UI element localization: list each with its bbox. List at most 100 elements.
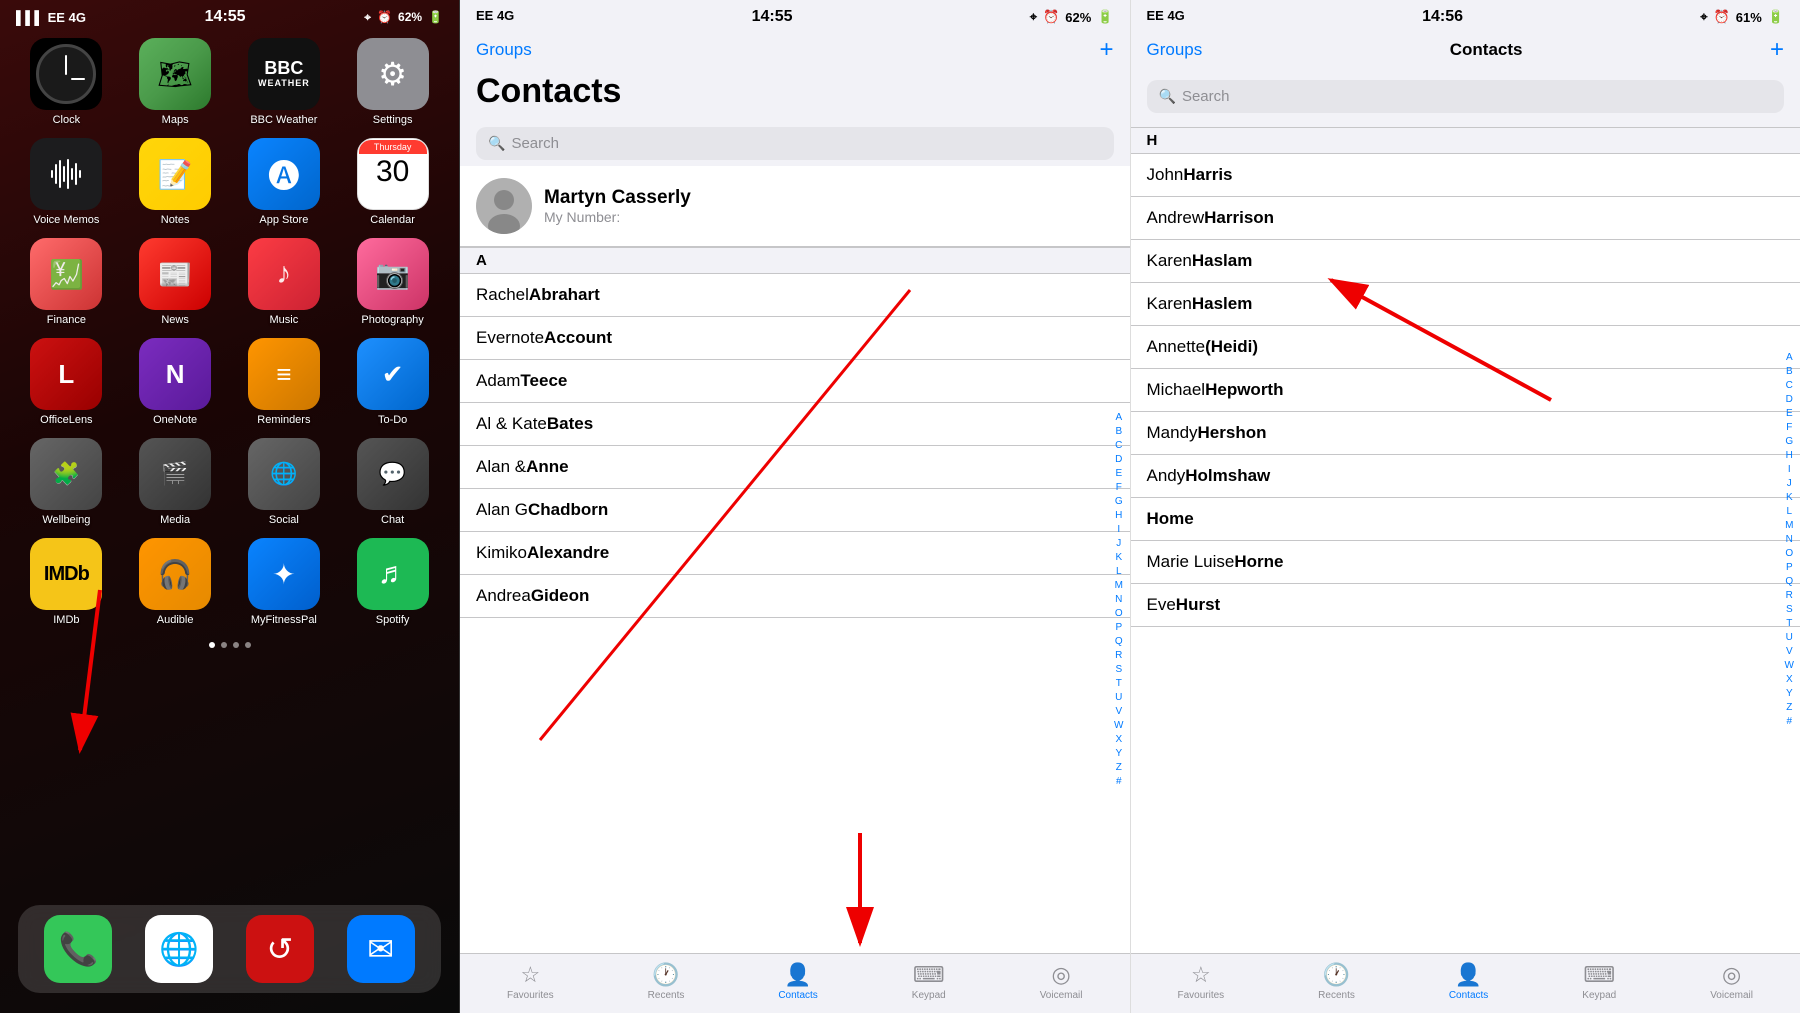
contact-andrew-harrison[interactable]: Andrew Harrison — [1131, 197, 1800, 240]
search-bar-1[interactable]: 🔍 Search — [476, 127, 1114, 160]
app-todo[interactable]: ✔ To-Do — [344, 338, 441, 426]
bbc-text: BBC WEATHER — [258, 59, 310, 89]
search-bar-2[interactable]: 🔍 Search — [1147, 80, 1785, 113]
contact-andrea-gideon[interactable]: Andrea Gideon — [460, 575, 1130, 618]
status-1-right: ⌖ ⏰ 62% 🔋 — [1030, 8, 1114, 26]
app-onenote[interactable]: N OneNote — [127, 338, 224, 426]
contact-alan-anne[interactable]: Alan & Anne — [460, 446, 1130, 489]
todo-icon: ✔ — [382, 359, 404, 390]
dock-mail[interactable]: ✉ — [347, 915, 415, 983]
maps-icon-bg: 🗺 — [139, 38, 211, 110]
calendar-icon-bg: Thursday 30 — [357, 138, 429, 210]
contact-kimiko-alexandre[interactable]: Kimiko Alexandre — [460, 532, 1130, 575]
app-chat[interactable]: 💬 Chat — [344, 438, 441, 526]
app-wellbeing[interactable]: 🧩 Wellbeing — [18, 438, 115, 526]
my-card[interactable]: Martyn Casserly My Number: — [460, 166, 1130, 247]
battery-label: 62% — [398, 10, 422, 24]
contact-andy-holmshaw[interactable]: Andy Holmshaw — [1131, 455, 1800, 498]
contact-karen-haslem[interactable]: Karen Haslem — [1131, 283, 1800, 326]
tab-recents-1[interactable]: 🕐 Recents — [648, 962, 685, 1001]
alphabet-nav-1[interactable]: A B C D E F G H I J K L M N O P Q R S T … — [1108, 247, 1129, 953]
status-2-time: 14:56 — [1422, 8, 1463, 26]
contact-annette-heidi[interactable]: Annette (Heidi) — [1131, 326, 1800, 369]
search-icon-2: 🔍 — [1159, 88, 1176, 105]
dock-phone[interactable]: 📞 — [44, 915, 112, 983]
contacts-icon-1: 👤 — [784, 962, 811, 988]
tab-contacts-2[interactable]: 👤 Contacts — [1449, 962, 1488, 1001]
contact-eve-hurst[interactable]: Eve Hurst — [1131, 584, 1800, 627]
recents-label-2: Recents — [1318, 990, 1355, 1001]
app-bbc-weather[interactable]: BBC WEATHER BBC Weather — [236, 38, 333, 126]
groups-button-2[interactable]: Groups — [1147, 40, 1203, 60]
recents-icon-1: 🕐 — [652, 962, 679, 988]
app-audible[interactable]: 🎧 Audible — [127, 538, 224, 626]
app-spotify[interactable]: ♬ Spotify — [344, 538, 441, 626]
phone-app-icon: 📞 — [44, 915, 112, 983]
dock-chrome[interactable]: 🌐 — [145, 915, 213, 983]
keypad-label-2: Keypad — [1582, 990, 1616, 1001]
music-icon: ♪ — [276, 257, 291, 291]
contact-alan-chadborn[interactable]: Alan G Chadborn — [460, 489, 1130, 532]
app-settings[interactable]: ⚙ Settings — [344, 38, 441, 126]
app-news[interactable]: 📰 News — [127, 238, 224, 326]
phone-status-bar: ▌▌▌ EE 4G 14:55 ⌖ ⏰ 62% 🔋 — [0, 0, 459, 30]
avatar-image — [476, 178, 532, 234]
contact-home[interactable]: Home — [1131, 498, 1800, 541]
groups-button-1[interactable]: Groups — [476, 40, 532, 60]
app-media[interactable]: 🎬 Media — [127, 438, 224, 526]
onenote-icon: N — [166, 359, 185, 390]
app-calendar[interactable]: Thursday 30 Calendar — [344, 138, 441, 226]
app-appstore[interactable]: 🅐 App Store — [236, 138, 333, 226]
contact-al-kate-bates[interactable]: Al & Kate Bates — [460, 403, 1130, 446]
alphabet-nav-2[interactable]: A B C D E F G H I J K L M N O P Q R S T … — [1779, 127, 1800, 953]
news-label: News — [161, 314, 189, 326]
contact-evernote-account[interactable]: Evernote Account — [460, 317, 1130, 360]
tab-keypad-1[interactable]: ⌨ Keypad — [912, 962, 946, 1001]
appstore-label: App Store — [259, 214, 308, 226]
dock-cast[interactable]: ↺ — [246, 915, 314, 983]
status-1-carrier: EE 4G — [476, 8, 514, 26]
app-imdb[interactable]: IMDb IMDb — [18, 538, 115, 626]
app-photography[interactable]: 📷 Photography — [344, 238, 441, 326]
app-finance[interactable]: 💹 Finance — [18, 238, 115, 326]
tab-keypad-2[interactable]: ⌨ Keypad — [1582, 962, 1616, 1001]
contact-adam-teece[interactable]: Adam Teece — [460, 360, 1130, 403]
add-contact-button-1[interactable]: + — [1099, 36, 1113, 64]
news-icon: 📰 — [158, 258, 193, 291]
tab-favourites-1[interactable]: ☆ Favourites — [507, 962, 554, 1001]
app-music[interactable]: ♪ Music — [236, 238, 333, 326]
app-myfitnesspal[interactable]: ✦ MyFitnessPal — [236, 538, 333, 626]
contact-karen-haslam[interactable]: Karen Haslam — [1131, 240, 1800, 283]
contacts-panel-1: EE 4G 14:55 ⌖ ⏰ 62% 🔋 Groups + Contacts … — [460, 0, 1131, 1013]
contact-michael-hepworth[interactable]: Michael Hepworth — [1131, 369, 1800, 412]
contacts-2-header: Groups Contacts + — [1131, 30, 1800, 74]
tab-contacts-1[interactable]: 👤 Contacts — [778, 962, 817, 1001]
phone-screen: ▌▌▌ EE 4G 14:55 ⌖ ⏰ 62% 🔋 Clock 🗺 Maps — [0, 0, 460, 1013]
contact-mandy-hershon[interactable]: Mandy Hershon — [1131, 412, 1800, 455]
contact-rachel-abrahart[interactable]: Rachel Abrahart — [460, 274, 1130, 317]
tab-recents-2[interactable]: 🕐 Recents — [1318, 962, 1355, 1001]
status-carrier: ▌▌▌ EE 4G — [16, 10, 86, 25]
app-maps[interactable]: 🗺 Maps — [127, 38, 224, 126]
waveform-icon — [51, 159, 81, 189]
add-contact-button-2[interactable]: + — [1770, 36, 1784, 64]
voicemail-icon-2: ◎ — [1722, 962, 1741, 988]
search-placeholder-2: Search — [1182, 88, 1230, 105]
tab-voicemail-1[interactable]: ◎ Voicemail — [1040, 962, 1083, 1001]
app-officelens[interactable]: L OfficeLens — [18, 338, 115, 426]
todo-icon-bg: ✔ — [357, 338, 429, 410]
app-voice-memos[interactable]: Voice Memos — [18, 138, 115, 226]
app-social[interactable]: 🌐 Social — [236, 438, 333, 526]
tab-favourites-2[interactable]: ☆ Favourites — [1177, 962, 1224, 1001]
contact-john-harris[interactable]: John Harris — [1131, 154, 1800, 197]
tab-bar-1: ☆ Favourites 🕐 Recents 👤 Contacts ⌨ Keyp… — [460, 953, 1130, 1013]
contact-marie-horne[interactable]: Marie Luise Horne — [1131, 541, 1800, 584]
tab-voicemail-2[interactable]: ◎ Voicemail — [1710, 962, 1753, 1001]
app-clock[interactable]: Clock — [18, 38, 115, 126]
office-icon: L — [58, 359, 74, 390]
battery-icon: 🔋 — [428, 10, 443, 24]
chrome-icon: 🌐 — [159, 930, 199, 968]
voicemail-label-2: Voicemail — [1710, 990, 1753, 1001]
app-notes[interactable]: 📝 Notes — [127, 138, 224, 226]
app-reminders[interactable]: ≡ Reminders — [236, 338, 333, 426]
